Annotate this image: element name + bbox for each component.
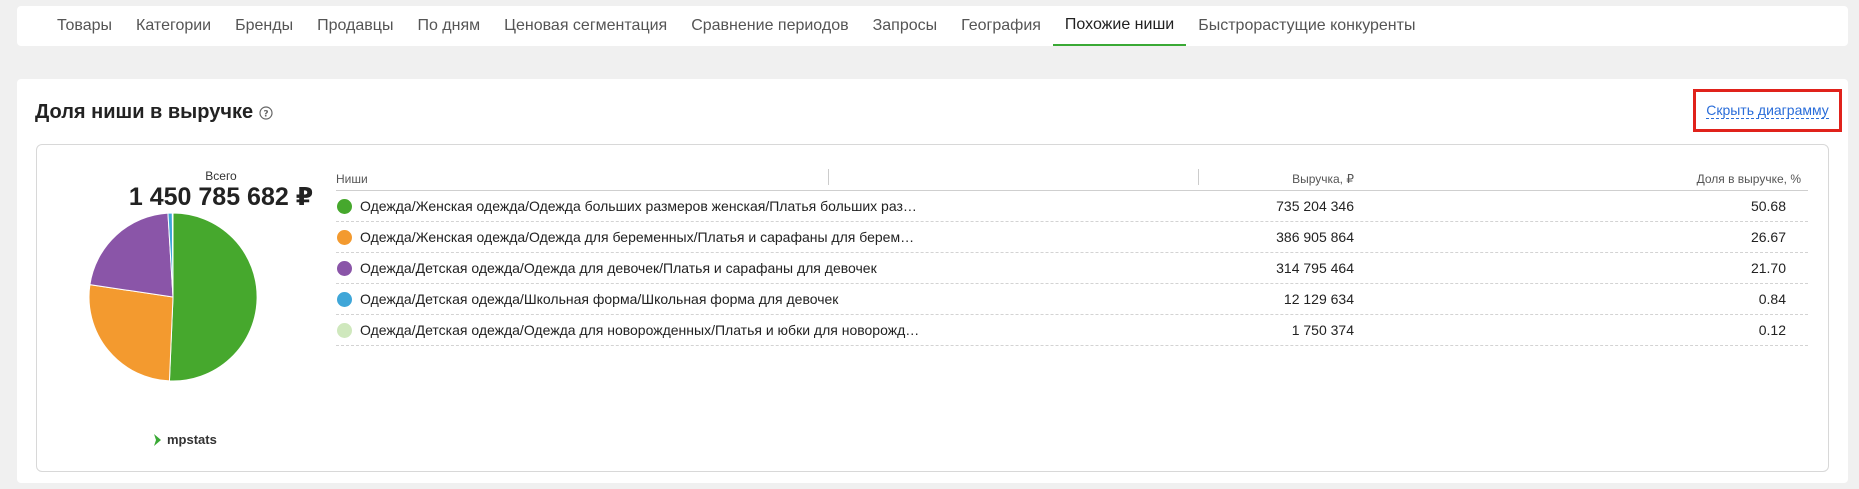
pie-slice-4[interactable] — [171, 212, 174, 298]
brand-name: mpstats — [167, 432, 217, 447]
table-row[interactable]: Одежда/Женская одежда/Одежда больших раз… — [336, 191, 1808, 222]
niche-name[interactable]: Одежда/Женская одежда/Одежда больших раз… — [360, 198, 920, 214]
niche-revenue: 386 905 864 — [1276, 229, 1354, 245]
pie-slice-1[interactable] — [88, 284, 174, 382]
table-row[interactable]: Одежда/Детская одежда/Одежда для девочек… — [336, 253, 1808, 284]
total-value: 1 450 785 682 ₽ — [128, 183, 314, 211]
legend-dot — [337, 323, 352, 338]
niche-name[interactable]: Одежда/Детская одежда/Школьная форма/Шко… — [360, 291, 920, 307]
tab-1[interactable]: Категории — [124, 6, 223, 46]
section-title: Доля ниши в выручке ? — [35, 101, 273, 124]
legend-dot — [337, 292, 352, 307]
niche-share: 50.68 — [1750, 198, 1786, 214]
header-niche[interactable]: Ниши — [336, 172, 368, 186]
niche-share: 21.70 — [1750, 260, 1786, 276]
niche-name[interactable]: Одежда/Детская одежда/Одежда для девочек… — [360, 260, 920, 276]
niche-revenue: 735 204 346 — [1276, 198, 1354, 214]
tab-0[interactable]: Товары — [45, 6, 124, 46]
niche-share: 0.12 — [1758, 322, 1786, 338]
legend-dot — [337, 261, 352, 276]
pie-chart — [88, 212, 258, 382]
hide-chart-highlight: Скрыть диаграмму — [1693, 89, 1842, 132]
tab-2[interactable]: Бренды — [223, 6, 305, 46]
niche-share: 0.84 — [1758, 291, 1786, 307]
pie-slice-0[interactable] — [168, 212, 258, 382]
tab-8[interactable]: География — [949, 6, 1053, 46]
svg-text:?: ? — [263, 109, 268, 119]
tab-bar: Товары Категории Бренды Продавцы По дням Цено… — [17, 6, 1848, 46]
header-divider[interactable] — [828, 169, 829, 185]
niche-name[interactable]: Одежда/Детская одежда/Одежда для новорож… — [360, 322, 920, 338]
question-circle-icon[interactable]: ? — [259, 105, 273, 120]
table-row[interactable]: Одежда/Женская одежда/Одежда для беремен… — [336, 222, 1808, 253]
header-revenue[interactable]: Выручка, ₽ — [1292, 172, 1354, 186]
header-divider[interactable] — [1198, 169, 1199, 185]
niche-share-card: Доля ниши в выручке ? Скрыть диаграмму В… — [17, 79, 1848, 483]
legend-dot — [337, 199, 352, 214]
tab-7[interactable]: Запросы — [861, 6, 950, 46]
table-body: Одежда/Женская одежда/Одежда больших раз… — [336, 191, 1808, 346]
table-row[interactable]: Одежда/Детская одежда/Одежда для новорож… — [336, 315, 1808, 346]
total-label: Всего — [205, 169, 237, 183]
tab-9[interactable]: Похожие ниши — [1052, 6, 1187, 46]
tab-3[interactable]: Продавцы — [305, 6, 405, 46]
tab-4[interactable]: По дням — [405, 6, 492, 46]
table-row[interactable]: Одежда/Детская одежда/Школьная форма/Шко… — [336, 284, 1808, 315]
niche-share: 26.67 — [1750, 229, 1786, 245]
niches-table: Ниши Выручка, ₽ Доля в выручке, % Одежда… — [336, 165, 1808, 346]
table-header: Ниши Выручка, ₽ Доля в выручке, % — [336, 165, 1808, 191]
section-title-text: Доля ниши в выручке — [35, 101, 254, 123]
niche-revenue: 12 129 634 — [1283, 291, 1354, 307]
tab-5[interactable]: Ценовая сегментация — [492, 6, 679, 46]
tab-6[interactable]: Сравнение периодов — [679, 6, 860, 46]
pie-slice-2[interactable] — [89, 212, 174, 298]
header-share[interactable]: Доля в выручке, % — [1697, 172, 1801, 186]
chart-panel: Всего 1 450 785 682 ₽ mpstats Ниши Выруч… — [36, 144, 1829, 472]
niche-name[interactable]: Одежда/Женская одежда/Одежда для беремен… — [360, 229, 920, 245]
mpstats-logo-icon — [154, 433, 161, 446]
legend-dot — [337, 230, 352, 245]
niche-revenue: 314 795 464 — [1276, 260, 1354, 276]
niche-revenue: 1 750 374 — [1291, 322, 1354, 338]
hide-chart-link[interactable]: Скрыть диаграмму — [1706, 102, 1829, 119]
tab-10[interactable]: Быстрорастущие конкуренты — [1186, 6, 1427, 46]
brand-logo: mpstats — [152, 432, 217, 447]
